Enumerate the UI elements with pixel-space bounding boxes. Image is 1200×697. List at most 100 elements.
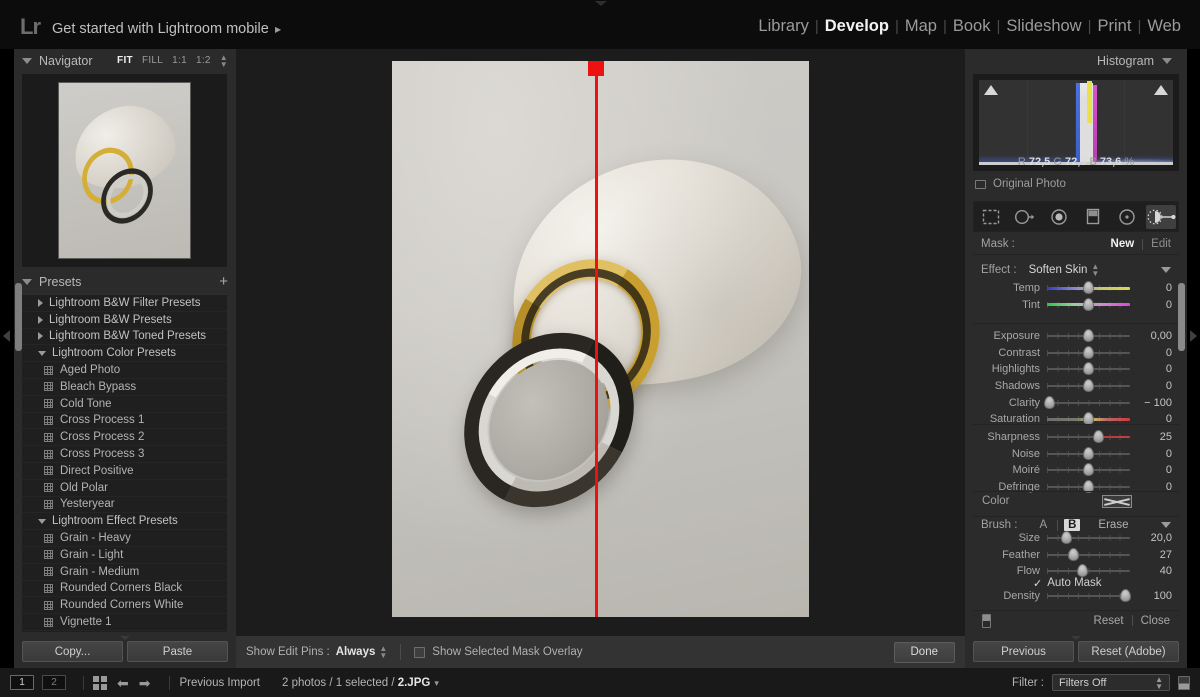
slider-track[interactable]	[1043, 395, 1130, 409]
right-panel-collapse-icon[interactable]	[1190, 330, 1197, 342]
right-panel-scrollbar[interactable]	[1178, 283, 1185, 351]
chevron-down-icon[interactable]	[38, 518, 46, 524]
preset-row[interactable]: Aged Photo	[22, 362, 227, 379]
chevron-right-icon[interactable]	[38, 315, 43, 324]
preset-row[interactable]: Grain - Medium	[22, 564, 227, 581]
slider-value[interactable]: 0	[1134, 380, 1172, 392]
photo-count-caret-icon[interactable]: ▾	[434, 678, 439, 688]
slider-track[interactable]	[1047, 362, 1130, 376]
zoom-1-2[interactable]: 1:2	[196, 55, 211, 66]
slider-value[interactable]: 100	[1134, 590, 1172, 602]
preset-group-row[interactable]: Lightroom Effect Presets	[22, 513, 227, 531]
preset-row[interactable]: Grain - Light	[22, 547, 227, 564]
slider-track[interactable]	[1047, 547, 1130, 561]
photo-canvas[interactable]	[392, 61, 809, 617]
slider-handle[interactable]	[1083, 281, 1094, 295]
mask-edit-button[interactable]: Edit	[1151, 238, 1171, 250]
preset-row[interactable]: Cross Process 1	[22, 413, 227, 430]
slider-track[interactable]	[1047, 463, 1130, 477]
red-eye-correction-tool[interactable]	[1044, 205, 1074, 229]
slider-track[interactable]	[1047, 589, 1132, 603]
presets-disclosure-icon[interactable]	[22, 279, 32, 285]
preset-row[interactable]: Bleach Bypass	[22, 379, 227, 396]
zoom-fit[interactable]: FIT	[117, 55, 133, 66]
slider-handle[interactable]	[1083, 297, 1094, 311]
slider-handle[interactable]	[1083, 446, 1094, 460]
histogram-disclosure-icon[interactable]	[1162, 57, 1172, 64]
slider-value[interactable]: 0	[1134, 299, 1172, 311]
module-slideshow[interactable]: Slideshow	[1001, 17, 1086, 36]
slider-value[interactable]: 0	[1134, 347, 1172, 359]
module-library[interactable]: Library	[753, 17, 813, 36]
left-panel-collapse-icon[interactable]	[3, 330, 10, 342]
module-develop[interactable]: Develop	[820, 17, 894, 36]
chevron-right-icon[interactable]	[38, 332, 43, 341]
slider-handle[interactable]	[1061, 531, 1073, 545]
navigator-disclosure-icon[interactable]	[22, 57, 32, 64]
module-web[interactable]: Web	[1142, 17, 1186, 36]
filter-select[interactable]: Filters Off ▲ ▼	[1052, 674, 1170, 691]
screen-2-button[interactable]: 2	[42, 675, 66, 690]
before-after-switch-icon[interactable]	[982, 613, 991, 628]
previous-button[interactable]: Previous	[973, 641, 1074, 662]
slider-value[interactable]: 0	[1134, 448, 1172, 460]
copy-button[interactable]: Copy...	[22, 641, 123, 662]
slider-track[interactable]	[1047, 281, 1130, 295]
slider-value[interactable]: 0,00	[1134, 330, 1172, 342]
slider-handle[interactable]	[1043, 395, 1055, 409]
slider-track[interactable]	[1047, 297, 1130, 311]
preset-row[interactable]: Direct Positive	[22, 463, 227, 480]
slider-value[interactable]: 0	[1134, 363, 1172, 375]
preset-row[interactable]: Cold Tone	[22, 396, 227, 413]
slider-value[interactable]: 25	[1134, 431, 1172, 443]
screen-1-button[interactable]: 1	[10, 675, 34, 690]
right-panel-notch[interactable]	[1071, 636, 1081, 640]
original-photo-checkbox-icon[interactable]	[975, 179, 986, 189]
next-photo-arrow-icon[interactable]: ➡	[139, 676, 151, 690]
identity-plate-text[interactable]: Get started with Lightroom mobile	[52, 21, 269, 37]
filter-enable-toggle[interactable]	[1178, 675, 1190, 690]
adjustment-brush-tool[interactable]	[1146, 204, 1176, 229]
preset-row[interactable]: Cross Process 2	[22, 429, 227, 447]
original-photo-toggle[interactable]: Original Photo	[975, 178, 1066, 190]
module-book[interactable]: Book	[948, 17, 996, 36]
slider-value[interactable]: 20,0	[1134, 532, 1172, 544]
reset-adobe-button[interactable]: Reset (Adobe)	[1078, 641, 1179, 662]
mask-overlay-checkbox[interactable]	[414, 646, 426, 658]
slider-handle[interactable]	[1092, 430, 1104, 444]
presets-list[interactable]: Lightroom B&W Filter Presets Lightroom B&…	[22, 294, 227, 632]
zoom-fill[interactable]: FILL	[142, 55, 163, 66]
zoom-1-1[interactable]: 1:1	[172, 55, 187, 66]
show-edit-pins-stepper-icon[interactable]: ▲ ▼	[379, 645, 387, 660]
chevron-right-icon[interactable]	[38, 298, 43, 307]
color-swatch-none[interactable]	[1102, 494, 1132, 508]
vertical-guide-line[interactable]	[595, 61, 598, 617]
previous-photo-arrow-icon[interactable]: ⬅	[117, 676, 129, 690]
brush-reset-button[interactable]: Reset	[1094, 615, 1124, 627]
preset-row[interactable]: Cross Process 3	[22, 446, 227, 463]
preset-group-row[interactable]: Lightroom Color Presets	[22, 345, 227, 363]
top-panel-handle[interactable]	[595, 1, 607, 6]
preset-group-row[interactable]: Lightroom B&W Presets	[22, 312, 227, 329]
spot-removal-tool[interactable]	[1010, 205, 1040, 229]
brush-collapse-icon[interactable]	[1161, 522, 1171, 528]
chevron-down-icon[interactable]	[38, 350, 46, 356]
slider-handle[interactable]	[1083, 463, 1094, 477]
histogram-plot[interactable]	[979, 80, 1173, 165]
slider-track[interactable]	[1047, 430, 1130, 444]
done-button[interactable]: Done	[893, 641, 955, 663]
module-print[interactable]: Print	[1093, 17, 1137, 36]
preset-row[interactable]: Rounded Corners Black	[22, 581, 227, 598]
preset-row[interactable]: Rounded Corners White	[22, 597, 227, 615]
left-panel-notch[interactable]	[120, 636, 130, 640]
crop-overlay-tool[interactable]	[976, 205, 1006, 229]
slider-track[interactable]	[1047, 345, 1130, 359]
slider-track[interactable]	[1047, 531, 1130, 545]
effect-collapse-icon[interactable]	[1161, 267, 1171, 273]
slider-handle[interactable]	[1083, 345, 1094, 359]
mask-overlay-label[interactable]: Show Selected Mask Overlay	[432, 646, 582, 658]
slider-value[interactable]: 0	[1134, 282, 1172, 294]
filter-stepper-icon[interactable]: ▲ ▼	[1155, 675, 1163, 690]
brush-close-button[interactable]: Close	[1141, 615, 1170, 627]
effect-stepper-icon[interactable]: ▲ ▼	[1091, 263, 1099, 278]
